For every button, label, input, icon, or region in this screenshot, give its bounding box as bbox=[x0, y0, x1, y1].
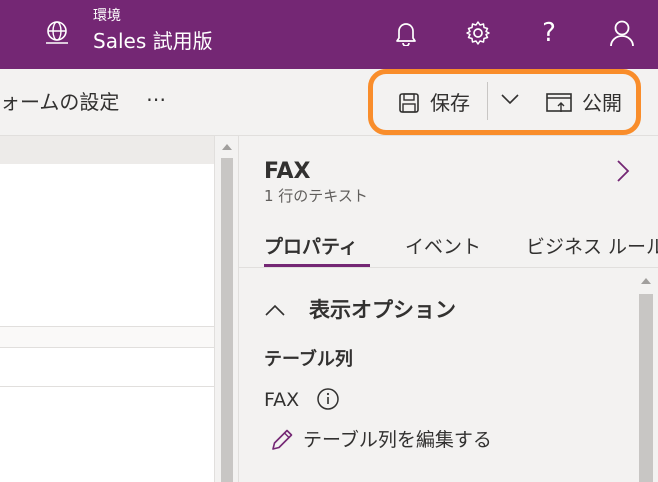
canvas-scrollbar[interactable] bbox=[214, 136, 238, 482]
tab-events[interactable]: イベント bbox=[405, 234, 481, 260]
properties-panel: FAX 1 行のテキスト プロパティ イベント ビジネス ルール 表示オプション… bbox=[238, 136, 658, 482]
more-options-button[interactable]: ⋯ bbox=[146, 87, 167, 111]
canvas-divider bbox=[0, 386, 214, 387]
scroll-up-arrow[interactable] bbox=[222, 144, 232, 150]
scrollbar-thumb[interactable] bbox=[221, 158, 233, 482]
edit-table-column-label: テーブル列を編集する bbox=[303, 429, 492, 451]
gear-icon[interactable] bbox=[463, 18, 493, 48]
pencil-icon bbox=[272, 429, 293, 450]
canvas-divider bbox=[0, 347, 214, 348]
panel-scrollbar[interactable] bbox=[634, 268, 658, 482]
chevron-right-icon[interactable] bbox=[613, 158, 633, 184]
canvas-row[interactable] bbox=[0, 327, 214, 347]
environment-name[interactable]: Sales 試用版 bbox=[93, 28, 213, 54]
table-column-value: FAX bbox=[264, 389, 300, 411]
chevron-up-icon[interactable] bbox=[264, 302, 286, 318]
help-icon[interactable]: ? bbox=[534, 18, 564, 48]
help-glyph: ? bbox=[542, 18, 556, 48]
tabs-divider bbox=[239, 267, 658, 268]
bell-icon[interactable] bbox=[391, 18, 421, 48]
edit-table-column-link[interactable]: テーブル列を編集する bbox=[269, 427, 492, 453]
table-column-label: テーブル列 bbox=[264, 349, 353, 370]
tab-business-rules[interactable]: ビジネス ルール bbox=[526, 234, 658, 260]
field-name: FAX bbox=[264, 159, 311, 184]
scrollbar-thumb[interactable] bbox=[639, 294, 653, 482]
globe-icon[interactable] bbox=[44, 20, 70, 46]
scroll-up-arrow[interactable] bbox=[641, 278, 651, 284]
app-header: 環境 Sales 試用版 ? bbox=[0, 0, 658, 69]
field-type: 1 行のテキスト bbox=[264, 187, 368, 205]
person-icon[interactable] bbox=[607, 18, 637, 48]
info-icon[interactable] bbox=[316, 387, 340, 411]
section-title[interactable]: 表示オプション bbox=[309, 296, 456, 324]
form-canvas[interactable] bbox=[0, 136, 214, 482]
form-settings-title[interactable]: ォームの設定 bbox=[0, 89, 119, 115]
tab-properties[interactable]: プロパティ bbox=[264, 234, 358, 260]
canvas-section-header bbox=[0, 136, 214, 164]
save-publish-highlight bbox=[368, 69, 641, 135]
environment-label: 環境 bbox=[93, 8, 121, 24]
